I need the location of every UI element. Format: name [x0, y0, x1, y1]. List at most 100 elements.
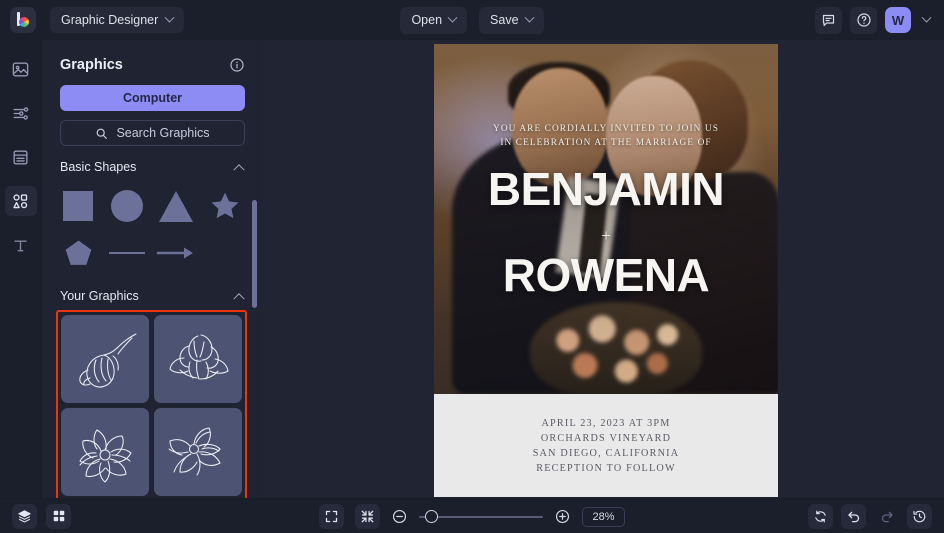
- zoom-level-badge[interactable]: 28%: [582, 506, 625, 527]
- computer-label: Computer: [122, 91, 183, 105]
- square-icon: [63, 191, 94, 221]
- detail-venue: ORCHARDS VINEYARD: [540, 433, 672, 444]
- rail-item-graphics[interactable]: [4, 186, 37, 216]
- image-icon: [12, 61, 29, 77]
- rail-item-photos[interactable]: [5, 54, 37, 84]
- section-basic-shapes-header[interactable]: Basic Shapes: [42, 146, 261, 176]
- name-separator[interactable]: +: [434, 226, 778, 246]
- fit-to-screen-icon: [326, 510, 338, 523]
- circle-shape[interactable]: [105, 184, 149, 228]
- panel-source-controls: Computer Search Graphics: [42, 73, 261, 146]
- rail-item-pages[interactable]: [5, 142, 37, 172]
- star-shape[interactable]: [203, 184, 247, 228]
- shape-cell-empty: [203, 231, 247, 275]
- redo-button[interactable]: [874, 504, 899, 529]
- undo-icon: [847, 511, 859, 523]
- zoom-level-value: 28%: [592, 510, 615, 523]
- fit-to-screen-button[interactable]: [319, 504, 345, 529]
- flower-bud-line-art: [79, 333, 137, 388]
- invite-line-2: IN CELEBRATION AT THE MARRIAGE OF: [500, 138, 712, 148]
- photo-overlay: [434, 44, 778, 394]
- help-button[interactable]: [850, 6, 877, 34]
- section-your-graphics-header[interactable]: Your Graphics: [42, 275, 261, 305]
- shrink-icon: [362, 510, 374, 523]
- layers-page-icon: [13, 149, 28, 165]
- avatar[interactable]: W: [885, 7, 911, 33]
- name-groom[interactable]: BENJAMIN: [434, 166, 778, 212]
- zoom-out-button[interactable]: [391, 508, 408, 525]
- invitation-photo: [434, 44, 778, 394]
- line-shape[interactable]: [105, 231, 149, 275]
- chevron-down-icon: [524, 12, 534, 23]
- graphic-thumb-bud[interactable]: [61, 315, 149, 403]
- name-bride[interactable]: ROWENA: [434, 252, 778, 298]
- info-icon[interactable]: [229, 57, 245, 73]
- zoom-slider-handle[interactable]: [425, 510, 439, 523]
- line-icon: [109, 251, 146, 255]
- basic-shapes-grid: [42, 174, 261, 275]
- bottom-bar-left-group: [12, 503, 71, 529]
- grid-button[interactable]: [46, 503, 71, 529]
- zoom-out-icon: [393, 509, 407, 524]
- zoom-slider-track: [419, 515, 544, 518]
- text-icon: [14, 239, 27, 251]
- canvas-area[interactable]: YOU ARE CORDIALLY INVITED TO JOIN US IN …: [261, 40, 944, 498]
- panel-header: Graphics: [42, 40, 261, 73]
- star-icon: [211, 192, 239, 219]
- arrow-shape[interactable]: [154, 231, 198, 275]
- pentagon-shape[interactable]: [56, 231, 100, 275]
- zoom-in-button[interactable]: [554, 508, 571, 525]
- history-button[interactable]: [907, 503, 932, 529]
- detail-date: APRIL 23, 2023 AT 3PM: [541, 418, 671, 429]
- search-input[interactable]: Search Graphics: [60, 120, 245, 146]
- open-button[interactable]: Open: [400, 6, 468, 34]
- circle-icon: [111, 190, 144, 222]
- undo-button[interactable]: [841, 503, 866, 529]
- section-title: Basic Shapes: [60, 160, 137, 174]
- invite-heading[interactable]: YOU ARE CORDIALLY INVITED TO JOIN US IN …: [434, 122, 778, 150]
- zoom-in-icon: [556, 509, 570, 524]
- shapes-icon: [13, 193, 28, 208]
- top-bar-right-group: W: [815, 6, 934, 34]
- magnolia-open-line-art: [79, 429, 132, 483]
- bottom-bar: 28%: [0, 498, 944, 533]
- document-name-dropdown[interactable]: Graphic Designer: [50, 7, 185, 33]
- triangle-shape[interactable]: [154, 184, 198, 228]
- reset-icon: [815, 510, 826, 522]
- app-root: Graphic Designer Open Save W Graphics Co…: [0, 0, 944, 533]
- square-shape[interactable]: [56, 184, 100, 228]
- reset-button[interactable]: [808, 503, 833, 529]
- document-name-label: Graphic Designer: [61, 13, 159, 27]
- magnolia-side-line-art: [168, 427, 221, 476]
- graphic-thumb-magnolia-b[interactable]: [61, 408, 149, 496]
- comment-button[interactable]: [815, 6, 842, 34]
- bottom-bar-center-group: 28%: [0, 499, 944, 533]
- computer-source-button[interactable]: Computer: [60, 85, 245, 111]
- account-menu-button[interactable]: [919, 11, 934, 29]
- artboard[interactable]: YOU ARE CORDIALLY INVITED TO JOIN US IN …: [434, 44, 778, 497]
- redo-icon: [881, 511, 893, 523]
- graphic-thumb-magnolia-a[interactable]: [154, 315, 242, 403]
- zoom-slider[interactable]: [419, 510, 544, 524]
- chevron-down-icon: [164, 12, 175, 23]
- graphic-thumb-magnolia-c[interactable]: [154, 408, 242, 496]
- adjustments-icon: [13, 106, 29, 120]
- event-details[interactable]: APRIL 23, 2023 AT 3PM ORCHARDS VINEYARD …: [434, 416, 778, 476]
- your-graphics-highlight: [56, 310, 247, 498]
- graphics-panel: Graphics Computer Search Graphics Basic …: [42, 40, 261, 498]
- bazaart-logo-icon[interactable]: [10, 7, 36, 33]
- save-button[interactable]: Save: [479, 6, 544, 34]
- avatar-initial: W: [891, 12, 905, 28]
- detail-reception: RECEPTION TO FOLLOW: [536, 463, 676, 474]
- collapse-view-button[interactable]: [355, 504, 381, 529]
- comment-icon: [822, 14, 835, 26]
- search-icon: [97, 128, 108, 139]
- rail-item-text[interactable]: [5, 230, 37, 260]
- rail-item-adjust[interactable]: [5, 98, 37, 128]
- panel-scrollbar[interactable]: [252, 200, 257, 308]
- arrow-icon: [156, 247, 193, 259]
- pentagon-icon: [65, 239, 92, 265]
- layers-button[interactable]: [12, 503, 37, 529]
- help-icon: [856, 13, 871, 27]
- tool-rail: [0, 40, 42, 498]
